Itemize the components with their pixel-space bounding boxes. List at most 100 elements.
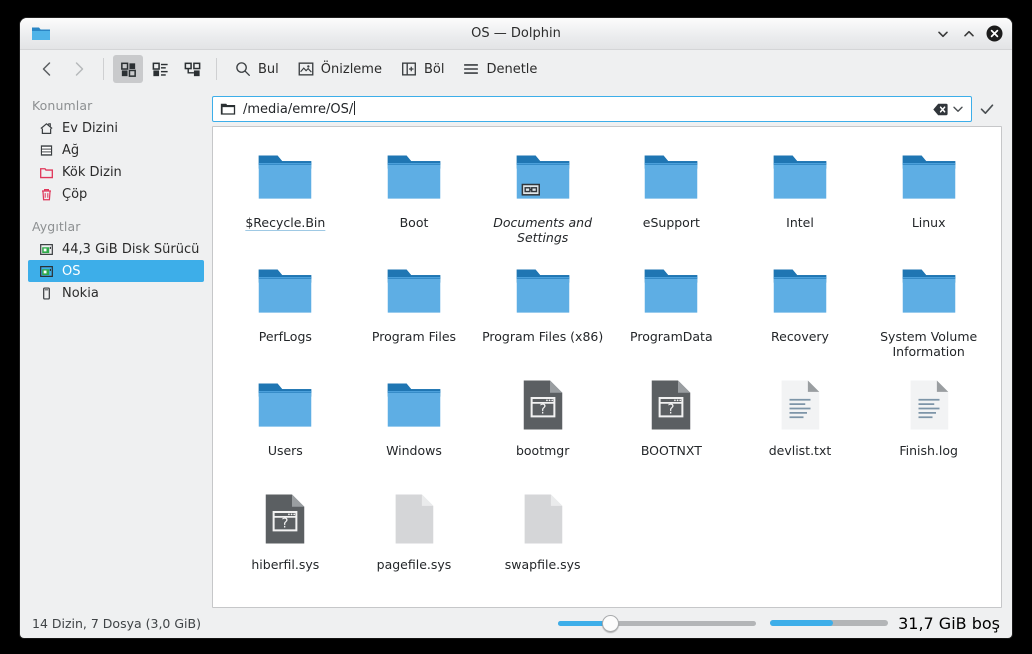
sidebar-item-label: Ağ [62,142,80,158]
location-value: /media/emre/OS/ [243,101,356,117]
file-grid-view[interactable]: $Recycle.Bin Boot Documents and Settings… [212,126,1002,608]
file-item[interactable]: Documents and Settings [478,141,607,255]
file-grid: $Recycle.Bin Boot Documents and Settings… [213,137,1001,579]
preview-button[interactable]: Önizleme [289,55,390,83]
zoom-slider-handle[interactable] [602,615,620,632]
drive-icon [38,263,54,279]
folder-icon [639,259,703,323]
folder-icon [32,27,50,40]
confirm-location-button[interactable] [972,96,1002,122]
file-item[interactable]: Program Files (x86) [478,255,607,369]
close-icon[interactable] [986,25,1003,42]
svg-text:?: ? [539,402,546,417]
forward-arrow-icon[interactable] [64,55,94,83]
minimize-icon[interactable] [934,25,951,42]
file-item-label: Finish.log [899,443,958,458]
file-item[interactable]: Recovery [736,255,865,369]
file-item[interactable]: Finish.log [864,369,993,483]
file-unknown-icon: ? [639,373,703,437]
compact-view-button[interactable] [145,55,175,83]
phone-icon [38,285,54,301]
svg-text:?: ? [668,402,675,417]
file-item[interactable]: Users [221,369,350,483]
sidebar-item-network[interactable]: Ağ [28,139,204,161]
window-controls [934,25,1003,42]
file-item[interactable]: Linux [864,141,993,255]
file-item[interactable]: ? hiberfil.sys [221,483,350,579]
file-item-label: Users [267,443,303,458]
file-item[interactable]: ? BOOTNXT [607,369,736,483]
folder-icon [511,259,575,323]
places-sidebar: Konumlar Ev Dizini Ağ Kök Dizin Çöp Aygı… [20,88,212,608]
image-preview-icon [298,62,314,76]
back-arrow-icon[interactable] [32,55,62,83]
window-body: Konumlar Ev Dizini Ağ Kök Dizin Çöp Aygı… [20,88,1012,608]
file-item[interactable]: devlist.txt [736,369,865,483]
file-item-label: ProgramData [630,329,713,344]
sidebar-item-root[interactable]: Kök Dizin [28,161,204,183]
folder-icon [897,145,961,209]
folder-icon [382,259,446,323]
details-view-button[interactable] [177,55,207,83]
preview-label: Önizleme [320,61,382,77]
file-item-label: Program Files [371,329,457,344]
folder-icon [253,145,317,209]
file-item[interactable]: $Recycle.Bin [221,141,350,255]
drive-icon [38,241,54,257]
file-item-label: Documents and Settings [493,215,593,245]
file-item[interactable]: ProgramData [607,255,736,369]
file-item[interactable]: System Volume Information [864,255,993,369]
file-item-label: BOOTNXT [640,443,702,458]
file-item[interactable]: pagefile.sys [350,483,479,579]
clear-text-icon[interactable] [932,101,949,118]
find-label: Bul [258,61,279,77]
file-item[interactable]: eSupport [607,141,736,255]
toolbar-separator-2 [216,58,217,80]
chevron-down-icon[interactable] [949,100,967,118]
sidebar-item-disk-drive[interactable]: 44,3 GiB Disk Sürücü [28,238,204,260]
checkmark-icon [980,104,994,114]
file-item-label: Intel [786,215,814,230]
search-icon [236,62,250,76]
file-item[interactable]: Boot [350,141,479,255]
sidebar-item-label: Kök Dizin [62,164,122,180]
find-button[interactable]: Bul [226,55,287,83]
title-bar: OS — Dolphin [20,18,1012,50]
file-item-label: Program Files (x86) [482,329,604,344]
folder-icon [768,259,832,323]
file-unknown-icon: ? [511,373,575,437]
file-item[interactable]: Windows [350,369,479,483]
file-item[interactable]: Intel [736,141,865,255]
sidebar-item-home[interactable]: Ev Dizini [28,117,204,139]
split-label: Böl [423,61,445,77]
file-blank-icon [382,487,446,551]
text-cursor [354,101,356,115]
file-item[interactable]: Program Files [350,255,479,369]
sidebar-item-label: OS [62,263,81,279]
file-unknown-icon: ? [253,487,317,551]
maximize-icon[interactable] [960,25,977,42]
split-button[interactable]: Böl [392,55,452,83]
home-icon [38,120,54,136]
file-item-label: System Volume Information [880,329,978,359]
content-pane: /media/emre/OS/ $Recycle.Bin Boot Docume… [212,88,1012,608]
file-item[interactable]: swapfile.sys [478,483,607,579]
sidebar-item-label: Çöp [62,186,88,202]
file-item[interactable]: PerfLogs [221,255,350,369]
location-input[interactable]: /media/emre/OS/ [212,96,972,122]
status-summary: 14 Dizin, 7 Dosya (3,0 GiB) [32,615,201,631]
icons-view-button[interactable] [113,55,143,83]
dolphin-window: OS — Dolphin Bul Önizleme Böl Denetle Ko… [20,18,1012,638]
control-button[interactable]: Denetle [454,55,545,83]
file-item[interactable]: ? bootmgr [478,369,607,483]
file-item-label: bootmgr [515,443,570,458]
sidebar-item-label: Ev Dizini [62,120,118,136]
zoom-slider[interactable] [558,614,757,632]
file-blank-icon [511,487,575,551]
sidebar-item-trash[interactable]: Çöp [28,183,204,205]
folder-icon [253,259,317,323]
toolbar: Bul Önizleme Böl Denetle [20,50,1012,88]
sidebar-item-os[interactable]: OS [28,260,204,282]
folder-outline-icon [220,103,236,115]
sidebar-item-nokia[interactable]: Nokia [28,282,204,304]
